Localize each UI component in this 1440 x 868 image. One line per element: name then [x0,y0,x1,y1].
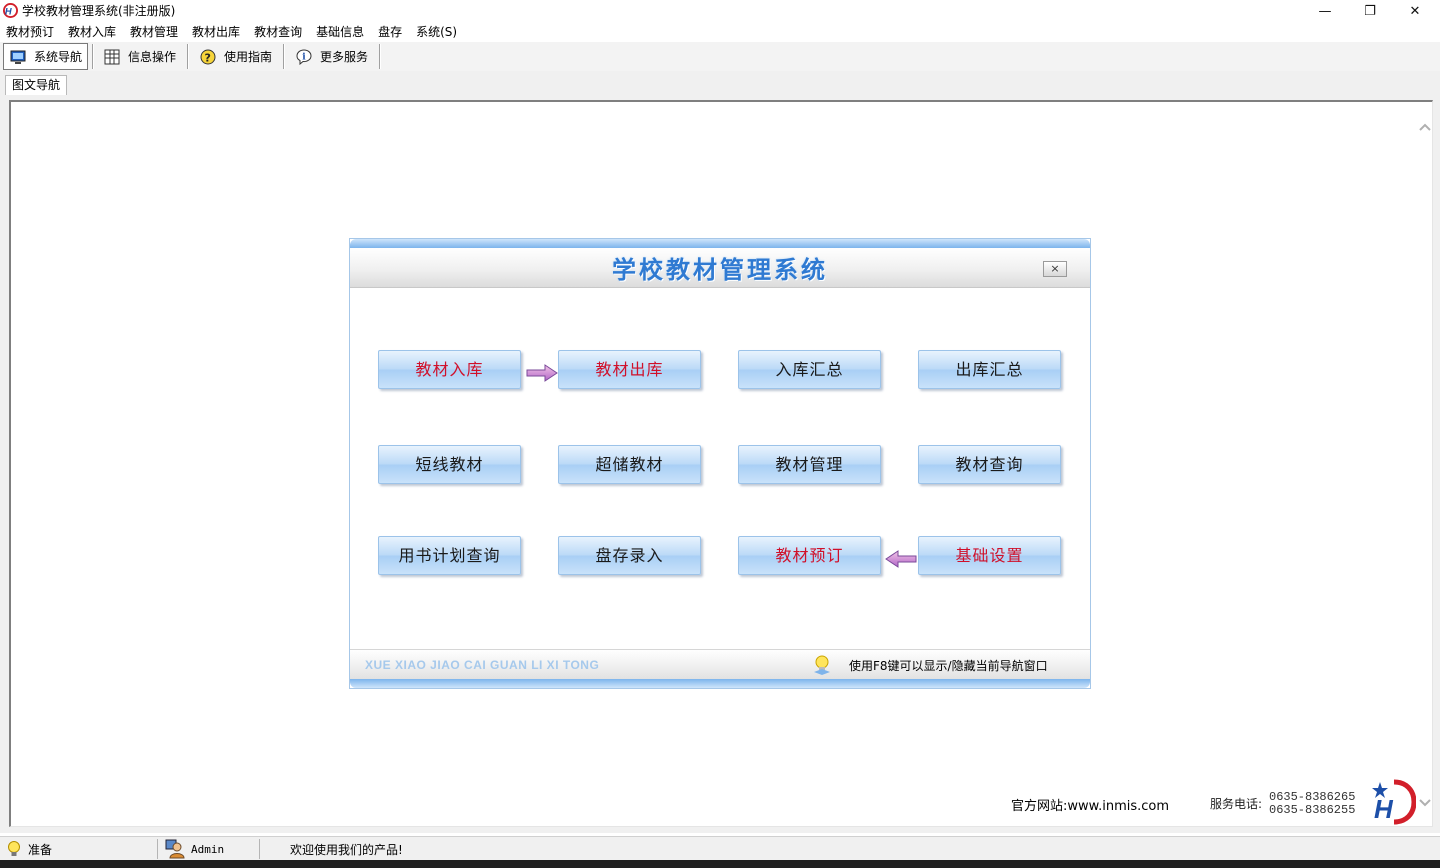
stock-out-summary-button[interactable]: 出库汇总 [918,350,1061,389]
window-title: 学校教材管理系统(非注册版) [22,4,176,18]
help-icon: ? [200,49,216,64]
taskbar-edge [0,860,1440,868]
arrow-right-icon [526,364,558,382]
monitor-icon [10,50,26,64]
phone-number-2: 0635-8386255 [1269,803,1356,817]
close-button[interactable]: ✕ [1392,0,1438,23]
toolbar-separator [187,44,189,69]
textbook-query-button[interactable]: 教材查询 [918,445,1061,484]
svg-text:?: ? [205,51,211,64]
minimize-button[interactable]: — [1302,0,1348,23]
more-services-button[interactable]: i 更多服务 [290,43,368,70]
more-services-label: 更多服务 [320,50,369,64]
footer-pinyin: XUE XIAO JIAO CAI GUAN LI XI TONG [365,658,600,672]
company-logo: H [1372,779,1416,825]
toolbar-separator [283,44,285,69]
status-separator [259,839,260,859]
svg-text:H: H [5,6,12,16]
dialog-header: 学校教材管理系统 × [350,248,1090,288]
grid-icon [104,49,120,64]
app-logo-icon: H [3,3,18,18]
toolbar: 系统导航 信息操作 ? 使用指南 i 更多服务 [0,42,1440,71]
user-icon [165,839,185,859]
overstock-textbooks-button[interactable]: 超储教材 [558,445,701,484]
tab-graphic-nav[interactable]: 图文导航 [5,75,68,95]
user-guide-button[interactable]: ? 使用指南 [194,43,272,70]
footer-hint: 使用F8键可以显示/隐藏当前导航窗口 [849,659,1048,673]
stock-in-button[interactable]: 教材入库 [378,350,521,389]
scroll-up-icon[interactable] [1417,120,1433,134]
status-user-name: Admin [191,842,225,856]
menu-item-textbook-stock-out[interactable]: 教材出库 [186,23,248,42]
dialog-top-border [350,239,1090,248]
status-bar: 准备 Admin 欢迎使用我们的产品! [0,836,1440,860]
status-separator [157,839,158,859]
svg-text:i: i [302,52,306,62]
info-operation-button[interactable]: 信息操作 [98,43,176,70]
shortage-textbooks-button[interactable]: 短线教材 [378,445,521,484]
status-user: Admin [165,839,224,859]
menu-item-basic-info[interactable]: 基础信息 [310,23,372,42]
phone-label: 服务电话: [1210,797,1263,811]
title-bar: H 学校教材管理系统(非注册版) — ❐ ✕ [0,0,1440,23]
info-icon: i [296,48,312,65]
navigation-dialog: 学校教材管理系统 × 教材入库 教材出库 入库汇总 出库汇总 短线教材 超储教材… [349,238,1091,689]
svg-text:H: H [1374,794,1394,824]
menu-item-textbook-management[interactable]: 教材管理 [124,23,186,42]
info-operation-label: 信息操作 [128,50,177,64]
lightbulb-icon [814,655,830,675]
dialog-bottom-border [350,679,1090,688]
system-nav-button[interactable]: 系统导航 [3,43,88,70]
website-link[interactable]: 官方网站:www.inmis.com [1011,795,1169,814]
system-nav-label: 系统导航 [34,50,83,64]
arrow-left-icon [885,550,917,568]
toolbar-separator [92,44,94,69]
scroll-down-icon[interactable] [1417,796,1433,810]
status-ready-text: 准备 [28,842,53,857]
dialog-title: 学校教材管理系统 [612,256,828,284]
menu-item-inventory[interactable]: 盘存 [372,23,410,42]
textbook-management-button[interactable]: 教材管理 [738,445,881,484]
user-guide-label: 使用指南 [224,50,273,64]
stock-in-summary-button[interactable]: 入库汇总 [738,350,881,389]
basic-settings-button[interactable]: 基础设置 [918,536,1061,575]
textbook-order-button[interactable]: 教材预订 [738,536,881,575]
inventory-entry-button[interactable]: 盘存录入 [558,536,701,575]
menu-bar: 教材预订 教材入库 教材管理 教材出库 教材查询 基础信息 盘存 系统(S) [0,23,1440,42]
dialog-close-button[interactable]: × [1043,261,1067,277]
lightbulb-status-icon [8,841,20,856]
stock-out-button[interactable]: 教材出库 [558,350,701,389]
restore-button[interactable]: ❐ [1347,0,1393,23]
menu-item-system[interactable]: 系统(S) [410,23,465,42]
menu-item-textbook-order[interactable]: 教材预订 [0,23,62,42]
tab-strip: 图文导航 [0,71,1440,95]
status-ready: 准备 [5,839,52,859]
menu-item-textbook-query[interactable]: 教材查询 [248,23,310,42]
book-plan-query-button[interactable]: 用书计划查询 [378,536,521,575]
toolbar-separator [379,44,381,69]
status-welcome: 欢迎使用我们的产品! [290,842,403,857]
dialog-footer: XUE XIAO JIAO CAI GUAN LI XI TONG 使用F8键可… [350,649,1090,679]
menu-item-textbook-stock-in[interactable]: 教材入库 [62,23,124,42]
